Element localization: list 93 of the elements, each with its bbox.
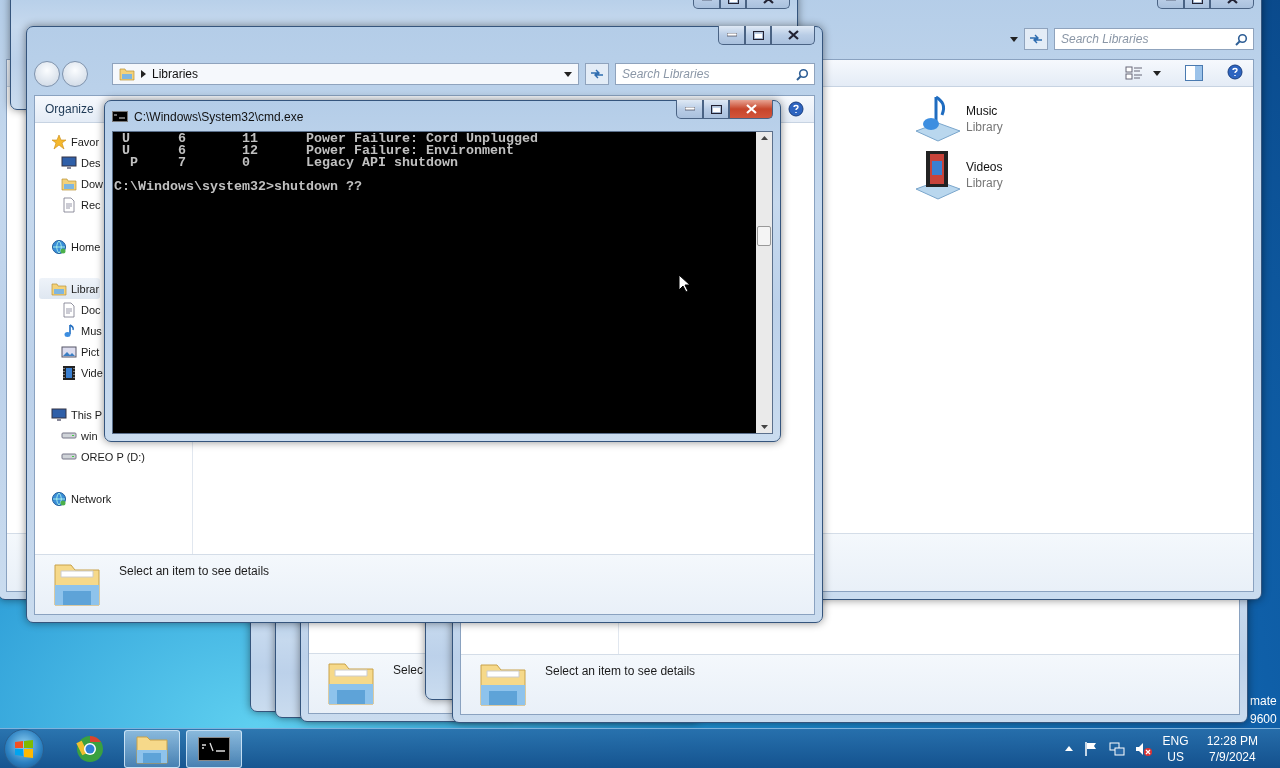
flag-icon xyxy=(1082,740,1099,757)
nav-item[interactable]: This P xyxy=(39,404,104,425)
scroll-thumb[interactable] xyxy=(757,226,771,246)
close-icon xyxy=(745,104,757,114)
view-options-icon xyxy=(1125,65,1143,81)
console-icon xyxy=(198,736,230,761)
library-item[interactable]: Videos Library xyxy=(912,149,1253,201)
folder-icon xyxy=(119,66,135,82)
pointer-cursor-icon xyxy=(678,274,690,293)
music-note-icon xyxy=(61,322,77,339)
preview-pane-icon xyxy=(1185,65,1203,81)
minimize-icon xyxy=(726,33,737,37)
folder-icon xyxy=(327,660,375,706)
nav-item[interactable]: Des xyxy=(39,152,102,173)
maximize-icon xyxy=(710,104,722,114)
caret-icon xyxy=(564,71,572,77)
window-title: C:\Windows\System32\cmd.exe xyxy=(134,109,304,124)
chevron-icon xyxy=(141,70,146,78)
scrollbar[interactable] xyxy=(756,132,772,433)
organize-menu[interactable]: Organize xyxy=(45,102,94,116)
address-bar[interactable]: Libraries xyxy=(112,63,579,85)
forward-button[interactable] xyxy=(62,61,88,87)
refresh-button[interactable] xyxy=(1024,28,1048,50)
minimize-button[interactable] xyxy=(718,26,745,45)
clock[interactable]: 12:28 PM 7/9/2024 xyxy=(1206,732,1258,765)
maximize-button[interactable] xyxy=(703,100,729,119)
library-item[interactable]: Music Library xyxy=(912,95,1253,143)
search-icon xyxy=(1235,33,1248,46)
nav-item[interactable]: Favor xyxy=(39,131,101,152)
console-line: U 6 11 Power Failure: Cord Unplugged xyxy=(121,133,539,145)
console-prompt: C:\Windows\system32>shutdown ?? xyxy=(114,181,363,193)
scroll-down-icon xyxy=(760,425,768,429)
drive-icon xyxy=(61,432,77,439)
folder-icon xyxy=(53,561,101,607)
globe-icon xyxy=(51,490,67,507)
show-hidden-icons-icon xyxy=(1064,746,1073,751)
nav-item[interactable]: Network xyxy=(39,488,113,509)
nav-item[interactable]: Mus xyxy=(39,320,103,341)
document-icon xyxy=(61,196,77,213)
nav-item[interactable]: Vide xyxy=(39,362,104,383)
minimize-icon xyxy=(684,107,695,111)
monitor-icon xyxy=(51,406,67,423)
nav-item[interactable]: Librar xyxy=(39,278,101,299)
close-icon xyxy=(787,30,799,40)
caret-icon xyxy=(1153,70,1161,76)
minimize-button[interactable] xyxy=(676,100,703,119)
browser-icon xyxy=(75,733,105,764)
caret-icon xyxy=(1010,36,1018,42)
nav-item[interactable]: Doc xyxy=(39,299,102,320)
details-text: Select an item to see details xyxy=(119,563,270,578)
search-field[interactable]: Search Libraries xyxy=(1054,28,1254,50)
close-button[interactable] xyxy=(771,26,815,45)
picture-icon xyxy=(61,343,77,360)
language-indicator[interactable]: ENG US xyxy=(1162,732,1189,765)
refresh-icon xyxy=(590,68,604,80)
film-icon xyxy=(61,364,77,381)
nav-item[interactable]: Rec xyxy=(39,194,102,215)
desktop-text: 9600 xyxy=(1250,712,1277,726)
back-button[interactable] xyxy=(34,61,60,87)
search-icon xyxy=(796,68,809,81)
folder-icon xyxy=(136,733,168,764)
nav-item[interactable]: Home xyxy=(39,236,102,257)
help-icon xyxy=(788,101,804,117)
refresh-button[interactable] xyxy=(585,63,609,85)
help-icon xyxy=(1227,63,1243,80)
console-line: U 6 12 Power Failure: Environment xyxy=(121,145,514,157)
folder-icon xyxy=(479,661,527,707)
maximize-icon xyxy=(752,30,764,40)
maximize-button[interactable] xyxy=(745,26,771,45)
drive-icon xyxy=(61,453,77,460)
nav-item[interactable]: Pict xyxy=(39,341,101,362)
nav-item[interactable]: Dow xyxy=(39,173,104,194)
taskbar-button[interactable] xyxy=(186,729,242,768)
console-line: P 7 0 Legacy API shutdown xyxy=(129,157,459,169)
monitor-icon xyxy=(61,154,77,171)
console-icon xyxy=(112,111,128,122)
document-icon xyxy=(61,301,77,318)
desktop-text: mate xyxy=(1250,694,1277,708)
nav-item[interactable]: OREO P (D:) xyxy=(39,446,146,467)
refresh-icon xyxy=(1029,33,1043,45)
search-field[interactable]: Search Libraries xyxy=(615,63,815,85)
start-button[interactable] xyxy=(4,728,44,768)
close-button[interactable] xyxy=(729,100,773,119)
nav-item[interactable]: win xyxy=(39,425,99,446)
scroll-up-icon xyxy=(760,136,768,140)
network-icon xyxy=(1108,740,1125,757)
windows-logo-icon xyxy=(14,739,34,758)
details-text: Select an item to see details xyxy=(545,663,696,678)
folder-icon xyxy=(51,280,67,297)
globe-icon xyxy=(51,238,67,255)
star-icon xyxy=(51,133,67,150)
details-text: Selec xyxy=(393,662,424,677)
folder-icon xyxy=(61,175,77,192)
